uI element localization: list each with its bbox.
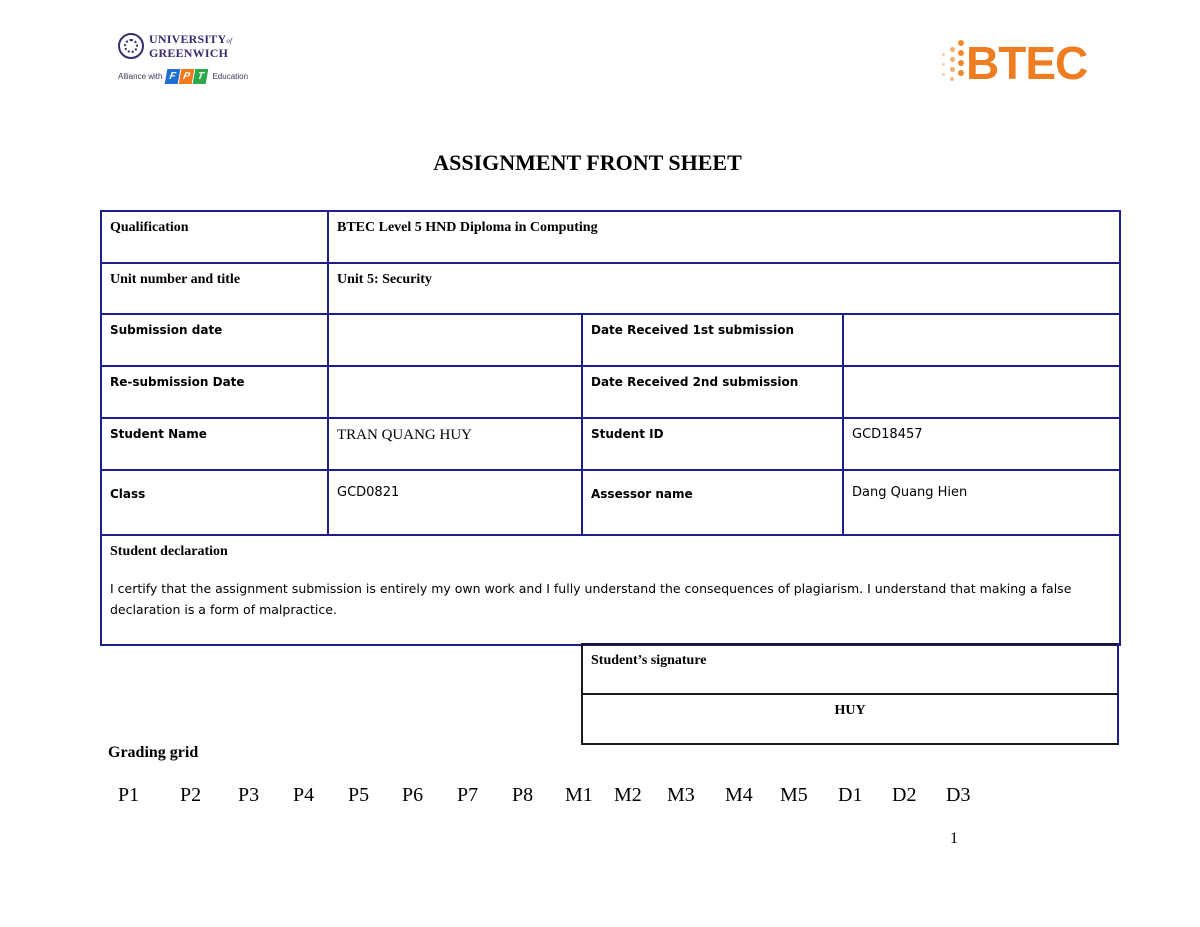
grade-criterion: P8	[512, 784, 534, 806]
qualification-value: BTEC Level 5 HND Diploma in Computing	[326, 210, 1122, 264]
grade-criterion: P3	[238, 784, 260, 806]
grade-criterion: P2	[180, 784, 202, 806]
table-row: Re-submission Date Date Received 2nd sub…	[100, 365, 1122, 419]
grade-criterion: P7	[457, 784, 479, 806]
class-label: Class	[100, 469, 329, 536]
grade-criterion: M1	[565, 784, 593, 806]
page-number: 1	[950, 830, 958, 847]
unit-label: Unit number and title	[100, 262, 329, 315]
table-row: Class GCD0821 Assessor name Dang Quang H…	[100, 469, 1122, 536]
student-id-label: Student ID	[581, 417, 844, 471]
table-row: HUY	[581, 693, 1119, 745]
student-declaration-cell: Student declaration I certify that the a…	[99, 534, 1122, 646]
resubmission-date-field[interactable]	[327, 365, 583, 419]
table-row: Student Name TRAN QUANG HUY Student ID G…	[100, 417, 1122, 471]
declaration-text: I certify that the assignment submission…	[110, 581, 1072, 617]
grade-criterion: P1	[118, 784, 140, 806]
assessor-label: Assessor name	[581, 469, 844, 536]
unit-value: Unit 5: Security	[326, 262, 1122, 315]
university-greenwich-logo: UNIVERSITYof GREENWICH Alliance with F P…	[118, 33, 278, 93]
university-line2: GREENWICH	[149, 46, 229, 60]
table-row: Student declaration I certify that the a…	[99, 534, 1122, 646]
page-title: ASSIGNMENT FRONT SHEET	[433, 150, 742, 175]
grade-criterion: M4	[725, 784, 753, 806]
student-id-field[interactable]: GCD18457	[841, 417, 1122, 471]
grade-criterion: P6	[402, 784, 424, 806]
submission-date-field[interactable]	[327, 313, 583, 367]
compass-crest-icon	[118, 33, 144, 59]
date-received-2nd-field[interactable]	[841, 365, 1122, 419]
date-received-1st-field[interactable]	[841, 313, 1122, 367]
grade-criterion: M3	[667, 784, 695, 806]
signature-field[interactable]: HUY	[581, 693, 1119, 745]
table-row: Student’s signature	[581, 643, 1119, 695]
fpt-letter-t: T	[193, 69, 209, 84]
declaration-title: Student declaration	[110, 544, 228, 559]
university-line1: UNIVERSITY	[149, 32, 227, 46]
table-row: Unit number and title Unit 5: Security	[100, 262, 1122, 315]
grade-criterion: M2	[614, 784, 642, 806]
signature-table: Student’s signature HUY	[581, 643, 1119, 745]
date-received-1st-label: Date Received 1st submission	[581, 313, 844, 367]
table-row: Submission date Date Received 1st submis…	[100, 313, 1122, 367]
date-received-2nd-label: Date Received 2nd submission	[581, 365, 844, 419]
fpt-alliance: Alliance with F P T Education	[118, 69, 278, 84]
student-name-label: Student Name	[100, 417, 329, 471]
resubmission-date-label: Re-submission Date	[100, 365, 329, 419]
grading-grid-title: Grading grid	[108, 744, 199, 761]
grade-criterion: D2	[892, 784, 917, 806]
alliance-prefix: Alliance with	[118, 72, 163, 81]
grade-criterion: D3	[946, 784, 971, 806]
btec-wordmark: BTEC	[966, 37, 1088, 89]
fpt-logo: F P T	[165, 69, 209, 84]
university-of: of	[226, 37, 233, 45]
alliance-suffix: Education	[212, 72, 249, 81]
grading-grid: P1 P2 P3 P4 P5 P6 P7 P8 M1 M2 M3 M4 M5 D…	[118, 784, 986, 807]
class-field[interactable]: GCD0821	[327, 469, 583, 536]
btec-logo: BTEC	[938, 33, 1123, 93]
grade-criterion: P5	[348, 784, 370, 806]
btec-dots-icon	[938, 38, 966, 88]
assessor-field[interactable]: Dang Quang Hien	[841, 469, 1122, 536]
qualification-label: Qualification	[100, 210, 329, 264]
grade-criterion: M5	[780, 784, 808, 806]
grade-criterion: D1	[838, 784, 863, 806]
signature-label: Student’s signature	[581, 643, 1119, 695]
table-row: Qualification BTEC Level 5 HND Diploma i…	[100, 210, 1122, 264]
assignment-details-table: Qualification BTEC Level 5 HND Diploma i…	[99, 210, 1122, 646]
submission-date-label: Submission date	[100, 313, 329, 367]
grade-criterion: P4	[293, 784, 315, 806]
university-name: UNIVERSITYof GREENWICH	[149, 33, 232, 59]
student-name-field[interactable]: TRAN QUANG HUY	[327, 417, 583, 471]
